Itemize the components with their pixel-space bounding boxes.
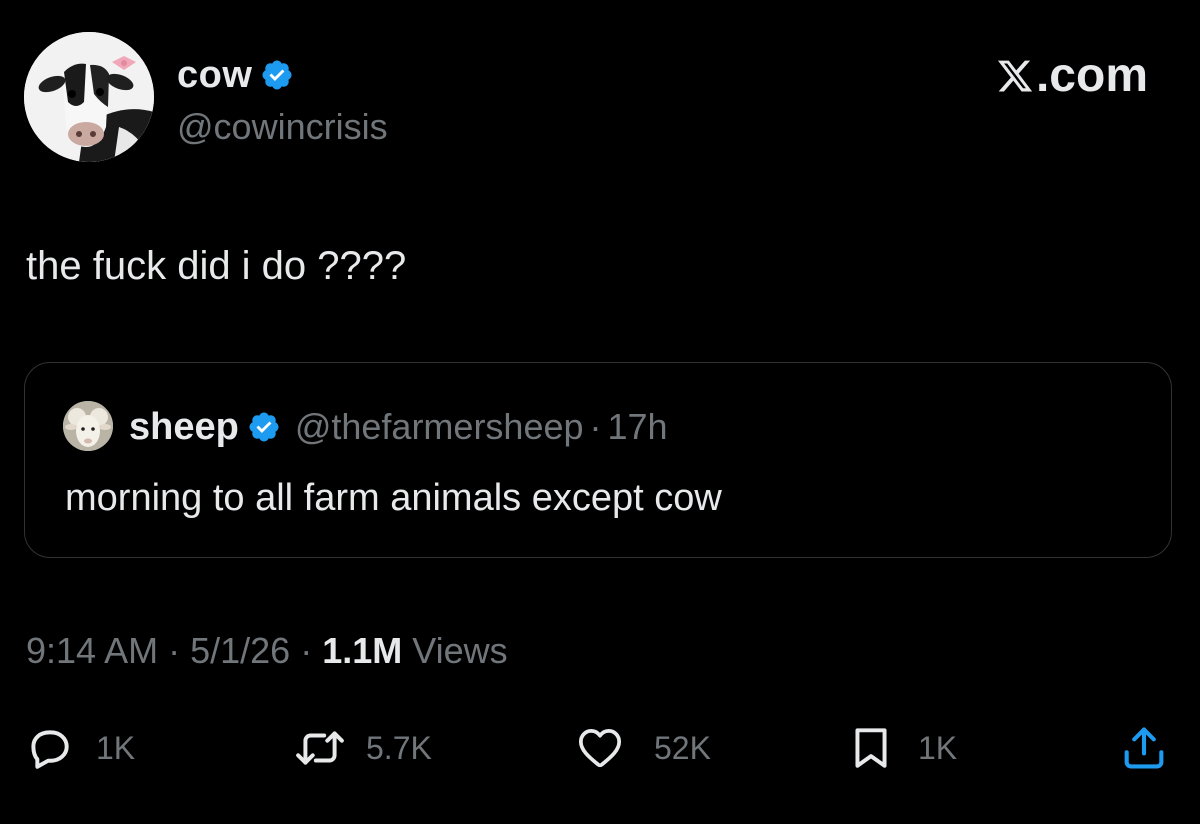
- meta-separator: ·: [158, 630, 191, 671]
- tweet-text: the fuck did i do ????: [26, 244, 407, 288]
- meta-separator: ·: [290, 630, 323, 671]
- author-handle[interactable]: @cowincrisis: [177, 106, 388, 148]
- reply-count: 1K: [96, 729, 136, 766]
- quoted-tweet-header: sheep @thefarmersheep · 17h: [129, 403, 668, 451]
- tweet-date[interactable]: 5/1/26: [190, 630, 290, 671]
- quoted-timestamp[interactable]: 17h: [608, 406, 668, 448]
- author-avatar[interactable]: [24, 32, 154, 162]
- quoted-separator: ·: [589, 406, 602, 447]
- bookmark-icon: [855, 728, 887, 768]
- quoted-tweet-text: morning to all farm animals except cow: [65, 477, 722, 519]
- tweet-time[interactable]: 9:14 AM: [26, 630, 158, 671]
- author-name-row[interactable]: cow: [177, 52, 294, 98]
- like-count: 52K: [654, 729, 711, 766]
- heart-icon: [578, 729, 622, 768]
- author-display-name[interactable]: cow: [177, 54, 252, 97]
- quoted-tweet-card[interactable]: sheep @thefarmersheep · 17h morning to a…: [24, 362, 1172, 558]
- reply-button[interactable]: 1K: [24, 718, 135, 778]
- bookmark-count: 1K: [918, 729, 958, 766]
- views-label: Views: [402, 630, 508, 671]
- repost-count: 5.7K: [366, 729, 432, 766]
- reply-bubble-icon: [31, 730, 69, 769]
- x-logo-icon: [997, 60, 1033, 91]
- site-brand-label: .com: [1035, 49, 1148, 102]
- share-icon: [1124, 727, 1164, 769]
- tweet-meta: 9:14 AM · 5/1/26 · 1.1M Views: [26, 630, 508, 672]
- cow-avatar-image: [24, 32, 154, 162]
- site-brand: .com: [996, 48, 1148, 103]
- views-count: 1.1M: [322, 630, 403, 671]
- quoted-author-avatar[interactable]: [63, 401, 113, 451]
- verified-badge-icon: [262, 60, 292, 90]
- verified-badge-icon: [249, 412, 279, 442]
- share-button[interactable]: [1118, 718, 1170, 778]
- action-bar: 1K 5.7K 52K 1K: [0, 718, 1200, 778]
- repost-button[interactable]: 5.7K: [292, 718, 432, 778]
- sheep-avatar-image: [63, 401, 113, 451]
- bookmark-button[interactable]: 1K: [846, 718, 957, 778]
- quoted-handle[interactable]: @thefarmersheep: [295, 406, 584, 448]
- like-button[interactable]: 52K: [574, 718, 711, 778]
- quoted-display-name[interactable]: sheep: [129, 406, 239, 449]
- repost-icon: [296, 731, 344, 765]
